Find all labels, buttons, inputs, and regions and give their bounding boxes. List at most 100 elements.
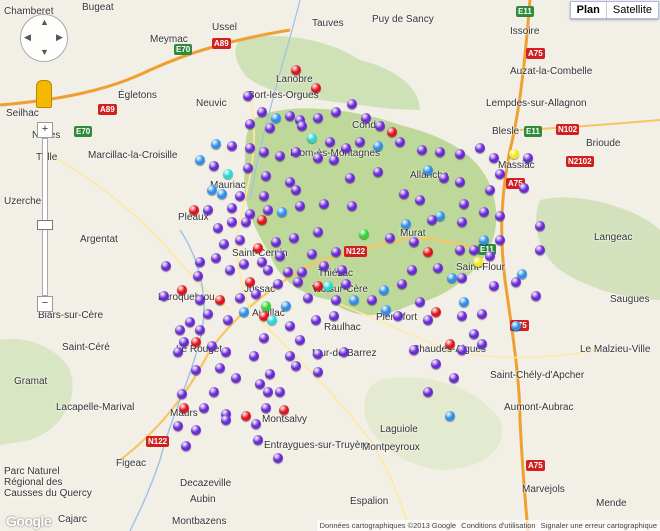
red-marker-pin[interactable] xyxy=(215,295,225,305)
purple-marker-pin[interactable] xyxy=(303,293,313,303)
purple-marker-pin[interactable] xyxy=(459,199,469,209)
purple-marker-pin[interactable] xyxy=(271,237,281,247)
purple-marker-pin[interactable] xyxy=(475,143,485,153)
blue-marker-pin[interactable] xyxy=(445,411,455,421)
purple-marker-pin[interactable] xyxy=(337,265,347,275)
blue-marker-pin[interactable] xyxy=(459,297,469,307)
purple-marker-pin[interactable] xyxy=(457,273,467,283)
purple-marker-pin[interactable] xyxy=(173,347,183,357)
purple-marker-pin[interactable] xyxy=(433,263,443,273)
purple-marker-pin[interactable] xyxy=(331,107,341,117)
purple-marker-pin[interactable] xyxy=(251,289,261,299)
purple-marker-pin[interactable] xyxy=(489,153,499,163)
purple-marker-pin[interactable] xyxy=(191,425,201,435)
purple-marker-pin[interactable] xyxy=(195,325,205,335)
red-marker-pin[interactable] xyxy=(279,405,289,415)
purple-marker-pin[interactable] xyxy=(409,345,419,355)
arrow-right-icon[interactable]: ▶ xyxy=(56,32,63,43)
purple-marker-pin[interactable] xyxy=(209,387,219,397)
purple-marker-pin[interactable] xyxy=(295,335,305,345)
purple-marker-pin[interactable] xyxy=(319,199,329,209)
purple-marker-pin[interactable] xyxy=(257,107,267,117)
blue-marker-pin[interactable] xyxy=(423,165,433,175)
purple-marker-pin[interactable] xyxy=(265,123,275,133)
purple-marker-pin[interactable] xyxy=(449,373,459,383)
purple-marker-pin[interactable] xyxy=(347,201,357,211)
purple-marker-pin[interactable] xyxy=(227,141,237,151)
purple-marker-pin[interactable] xyxy=(273,279,283,289)
purple-marker-pin[interactable] xyxy=(245,119,255,129)
purple-marker-pin[interactable] xyxy=(457,217,467,227)
purple-marker-pin[interactable] xyxy=(531,291,541,301)
purple-marker-pin[interactable] xyxy=(455,245,465,255)
purple-marker-pin[interactable] xyxy=(185,317,195,327)
purple-marker-pin[interactable] xyxy=(213,223,223,233)
red-marker-pin[interactable] xyxy=(189,205,199,215)
purple-marker-pin[interactable] xyxy=(219,239,229,249)
purple-marker-pin[interactable] xyxy=(485,251,495,261)
purple-marker-pin[interactable] xyxy=(243,91,253,101)
purple-marker-pin[interactable] xyxy=(221,415,231,425)
blue-marker-pin[interactable] xyxy=(195,155,205,165)
red-marker-pin[interactable] xyxy=(253,243,263,253)
cyan-marker-pin[interactable] xyxy=(323,281,333,291)
purple-marker-pin[interactable] xyxy=(261,403,271,413)
purple-marker-pin[interactable] xyxy=(455,177,465,187)
purple-marker-pin[interactable] xyxy=(341,279,351,289)
purple-marker-pin[interactable] xyxy=(393,311,403,321)
red-marker-pin[interactable] xyxy=(431,307,441,317)
purple-marker-pin[interactable] xyxy=(227,217,237,227)
yellow-marker-pin[interactable] xyxy=(473,257,483,267)
map-type-satellite-button[interactable]: Satellite xyxy=(607,2,658,18)
blue-marker-pin[interactable] xyxy=(277,207,287,217)
purple-marker-pin[interactable] xyxy=(195,295,205,305)
map-canvas[interactable]: Chamberet Bugeat Meymac Ussel Tauves Puy de S… xyxy=(0,0,660,531)
purple-marker-pin[interactable] xyxy=(469,329,479,339)
purple-marker-pin[interactable] xyxy=(313,153,323,163)
red-marker-pin[interactable] xyxy=(313,281,323,291)
purple-marker-pin[interactable] xyxy=(329,311,339,321)
red-marker-pin[interactable] xyxy=(311,83,321,93)
purple-marker-pin[interactable] xyxy=(289,233,299,243)
purple-marker-pin[interactable] xyxy=(249,351,259,361)
cyan-marker-pin[interactable] xyxy=(267,315,277,325)
report-error-link[interactable]: Signaler une erreur cartographique xyxy=(541,521,657,530)
purple-marker-pin[interactable] xyxy=(407,265,417,275)
purple-marker-pin[interactable] xyxy=(415,297,425,307)
purple-marker-pin[interactable] xyxy=(519,183,529,193)
purple-marker-pin[interactable] xyxy=(259,191,269,201)
purple-marker-pin[interactable] xyxy=(177,389,187,399)
street-view-pegman-icon[interactable] xyxy=(36,80,52,108)
purple-marker-pin[interactable] xyxy=(225,265,235,275)
purple-marker-pin[interactable] xyxy=(251,419,261,429)
purple-marker-pin[interactable] xyxy=(227,203,237,213)
purple-marker-pin[interactable] xyxy=(485,185,495,195)
red-marker-pin[interactable] xyxy=(291,65,301,75)
purple-marker-pin[interactable] xyxy=(341,143,351,153)
red-marker-pin[interactable] xyxy=(241,411,251,421)
purple-marker-pin[interactable] xyxy=(193,271,203,281)
purple-marker-pin[interactable] xyxy=(397,279,407,289)
purple-marker-pin[interactable] xyxy=(253,435,263,445)
purple-marker-pin[interactable] xyxy=(259,147,269,157)
cyan-marker-pin[interactable] xyxy=(223,169,233,179)
red-marker-pin[interactable] xyxy=(387,127,397,137)
purple-marker-pin[interactable] xyxy=(231,373,241,383)
purple-marker-pin[interactable] xyxy=(313,227,323,237)
purple-marker-pin[interactable] xyxy=(175,325,185,335)
purple-marker-pin[interactable] xyxy=(523,153,533,163)
purple-marker-pin[interactable] xyxy=(345,173,355,183)
blue-marker-pin[interactable] xyxy=(401,219,411,229)
purple-marker-pin[interactable] xyxy=(439,173,449,183)
purple-marker-pin[interactable] xyxy=(285,321,295,331)
purple-marker-pin[interactable] xyxy=(181,441,191,451)
purple-marker-pin[interactable] xyxy=(239,259,249,269)
purple-marker-pin[interactable] xyxy=(313,113,323,123)
purple-marker-pin[interactable] xyxy=(423,387,433,397)
purple-marker-pin[interactable] xyxy=(375,121,385,131)
purple-marker-pin[interactable] xyxy=(235,191,245,201)
blue-marker-pin[interactable] xyxy=(207,185,217,195)
map-type-plan-button[interactable]: Plan xyxy=(571,2,607,18)
purple-marker-pin[interactable] xyxy=(329,155,339,165)
purple-marker-pin[interactable] xyxy=(265,369,275,379)
